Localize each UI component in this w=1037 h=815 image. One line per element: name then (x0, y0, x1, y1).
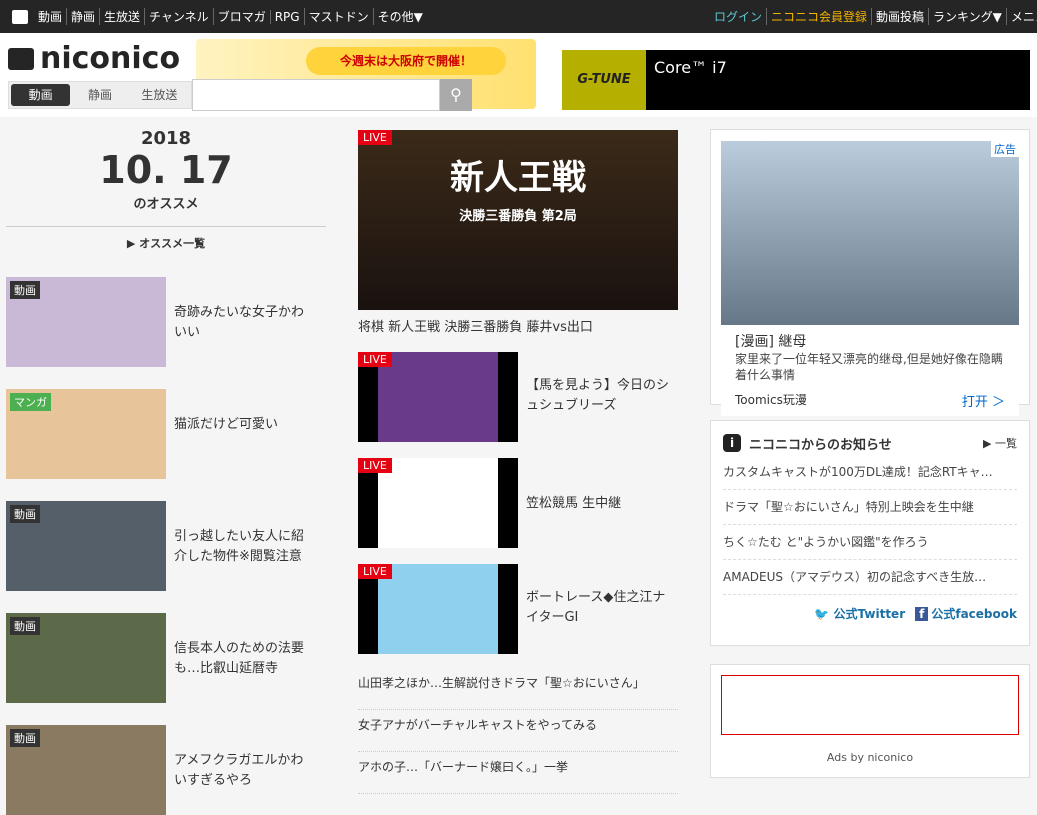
facebook-icon: f (915, 607, 929, 621)
search-input[interactable] (192, 79, 440, 111)
recommend-thumbnail[interactable]: 動画 (6, 277, 166, 367)
ad-box[interactable]: 広告 [漫画] 継母 家里来了一位年轻又漂亮的继母,但是她好像在隐瞒着什么事情 … (710, 129, 1030, 416)
category-badge: 動画 (10, 617, 40, 635)
recommend-subtitle: のオススメ (133, 197, 199, 212)
live-text-item[interactable]: アホの子…「バーナード嬢曰く。」一挙 (358, 752, 678, 794)
recommend-title[interactable]: 猫派だけど可愛い (174, 415, 314, 479)
nav-blomaga[interactable]: ブロマガ (212, 8, 270, 25)
nav-seiga[interactable]: 静画 (66, 8, 99, 25)
live-thumbnail[interactable]: LIVE (358, 352, 518, 442)
recommend-title[interactable]: アメフクラガエルかわいすぎるやろ (174, 751, 314, 815)
recommend-year: 2018 (140, 128, 192, 149)
recommend-thumbnail[interactable]: 動画 (6, 501, 166, 591)
live-item[interactable]: LIVE 【馬を見よう】今日のシュシュブリーズ (358, 352, 678, 442)
recommend-thumbnail[interactable]: マンガ (6, 389, 166, 479)
info-icon: i (723, 434, 741, 452)
main-menu[interactable]: メニュー▼ (1005, 8, 1037, 25)
live-text-item[interactable]: 女子アナがバーチャルキャストをやってみる (358, 710, 678, 752)
news-item[interactable]: AMADEUS（アマデウス）初の記念すべき生放… (723, 560, 1017, 595)
ad-sponsor: Toomics玩漫 (735, 393, 807, 407)
sidebar: 広告 [漫画] 継母 家里来了一位年轻又漂亮的继母,但是她好像在隐瞒着什么事情 … (710, 129, 1030, 778)
niconico-ads: Ads by niconico (710, 664, 1030, 778)
ad-desc: 家里来了一位年轻又漂亮的继母,但是她好像在隐瞒着什么事情 (735, 352, 1003, 382)
twitter-icon: 🐦 (814, 607, 830, 621)
news-title: ニコニコからのお知らせ (749, 437, 892, 453)
upload-link[interactable]: 動画投稿 (871, 8, 928, 25)
nav-live[interactable]: 生放送 (99, 8, 144, 25)
live-item[interactable]: LIVE 笠松競馬 生中継 (358, 458, 678, 548)
search-button[interactable]: ⚲ (440, 79, 472, 111)
recommend-item[interactable]: 動画信長本人のための法要も…比叡山延暦寺 (6, 613, 326, 703)
recommend-item[interactable]: 動画奇跡みたいな女子かわいい (6, 277, 326, 367)
live-column: 新人王戦 決勝三番勝負 第2局 LIVE 将棋 新人王戦 決勝三番勝負 藤井vs… (358, 130, 678, 794)
live-badge: LIVE (358, 130, 392, 145)
live-thumbnail[interactable]: LIVE (358, 564, 518, 654)
ad-cta[interactable]: 打开 ＞ (962, 391, 1005, 410)
nav-rpg[interactable]: RPG (269, 9, 304, 24)
recommend-thumbnail[interactable]: 動画 (6, 725, 166, 815)
search-tabs: 動画 静画 生放送 (8, 81, 192, 109)
tv-logo-icon (8, 47, 34, 70)
top-ad-banner[interactable]: G-TUNE Core™ i7 (562, 50, 1030, 110)
recommend-list-link[interactable]: ▶ オススメ一覧 (6, 235, 326, 251)
twitter-link[interactable]: 🐦 公式Twitter (814, 605, 905, 622)
live-hero-thumbnail[interactable]: 新人王戦 決勝三番勝負 第2局 LIVE (358, 130, 678, 310)
ranking-menu[interactable]: ランキング▼ (928, 8, 1006, 25)
header: niconico 今週末は大阪府で開催！ 動画 静画 生放送 ⚲ G-TUNE … (0, 33, 1037, 117)
top-nav: 動画 静画 生放送 チャンネル ブロマガ RPG マストドン その他▼ ログイン… (0, 0, 1037, 33)
nav-douga[interactable]: 動画 (34, 8, 66, 25)
register-link[interactable]: ニコニコ会員登録 (766, 8, 871, 25)
recommend-title[interactable]: 奇跡みたいな女子かわいい (174, 303, 314, 367)
recommend-thumbnail[interactable]: 動画 (6, 613, 166, 703)
recommend-date: 10. 17 (99, 148, 233, 192)
news-item[interactable]: カスタムキャストが100万DL達成！記念RTキャ… (723, 455, 1017, 490)
recommend-title[interactable]: 信長本人のための法要も…比叡山延暦寺 (174, 639, 314, 703)
live-badge: LIVE (358, 458, 392, 473)
live-badge: LIVE (358, 352, 392, 367)
live-item[interactable]: LIVE ボートレース◆住之江ナイターGI (358, 564, 678, 654)
category-badge: マンガ (10, 393, 51, 411)
ad-image[interactable]: 広告 (721, 141, 1019, 325)
niconico-tv-icon[interactable] (12, 9, 28, 24)
niconico-logo[interactable]: niconico (8, 41, 180, 76)
recommend-title[interactable]: 引っ越したい友人に紹介した物件※閲覧注意 (174, 527, 314, 591)
ad-title[interactable]: [漫画] 継母 (735, 331, 1005, 351)
ad-label[interactable]: 広告 (991, 141, 1019, 157)
category-badge: 動画 (10, 505, 40, 523)
live-title[interactable]: ボートレース◆住之江ナイターGI (526, 588, 676, 654)
live-thumbnail[interactable]: LIVE (358, 458, 518, 548)
recommend-column: 2018 10. 17 のオススメ ▶ オススメ一覧 動画奇跡みたいな女子かわい… (6, 128, 326, 815)
ad-slot[interactable] (721, 675, 1019, 735)
login-link[interactable]: ログイン (710, 8, 766, 25)
news-item[interactable]: ちく☆たむ と"ようかい図鑑"を作ろう (723, 525, 1017, 560)
live-hero-title[interactable]: 将棋 新人王戦 決勝三番勝負 藤井vs出口 (358, 320, 678, 336)
facebook-link[interactable]: f 公式facebook (915, 605, 1017, 622)
news-box: i ニコニコからのお知らせ ▶ 一覧 カスタムキャストが100万DL達成！記念RTキ… (710, 420, 1030, 646)
category-badge: 動画 (10, 729, 40, 747)
recommend-item[interactable]: 動画アメフクラガエルかわいすぎるやろ (6, 725, 326, 815)
category-badge: 動画 (10, 281, 40, 299)
search-tab-video[interactable]: 動画 (11, 84, 71, 106)
news-all-link[interactable]: ▶ 一覧 (983, 435, 1017, 451)
nav-channel[interactable]: チャンネル (144, 8, 213, 25)
search-tab-seiga[interactable]: 静画 (70, 84, 129, 106)
search-tab-live[interactable]: 生放送 (130, 84, 189, 106)
recommend-item[interactable]: 動画引っ越したい友人に紹介した物件※閲覧注意 (6, 501, 326, 591)
live-title[interactable]: 【馬を見よう】今日のシュシュブリーズ (526, 376, 676, 442)
live-title[interactable]: 笠松競馬 生中継 (526, 494, 676, 548)
news-item[interactable]: ドラマ「聖☆おにいさん」特別上映会を生中継 (723, 490, 1017, 525)
search-icon: ⚲ (450, 85, 462, 104)
nav-mastodon[interactable]: マストドン (303, 8, 373, 25)
live-badge: LIVE (358, 564, 392, 579)
recommend-item[interactable]: マンガ猫派だけど可愛い (6, 389, 326, 479)
live-text-item[interactable]: 山田孝之ほか…生解説付きドラマ「聖☆おにいさん」 (358, 668, 678, 710)
nav-other[interactable]: その他▼ (372, 8, 427, 25)
